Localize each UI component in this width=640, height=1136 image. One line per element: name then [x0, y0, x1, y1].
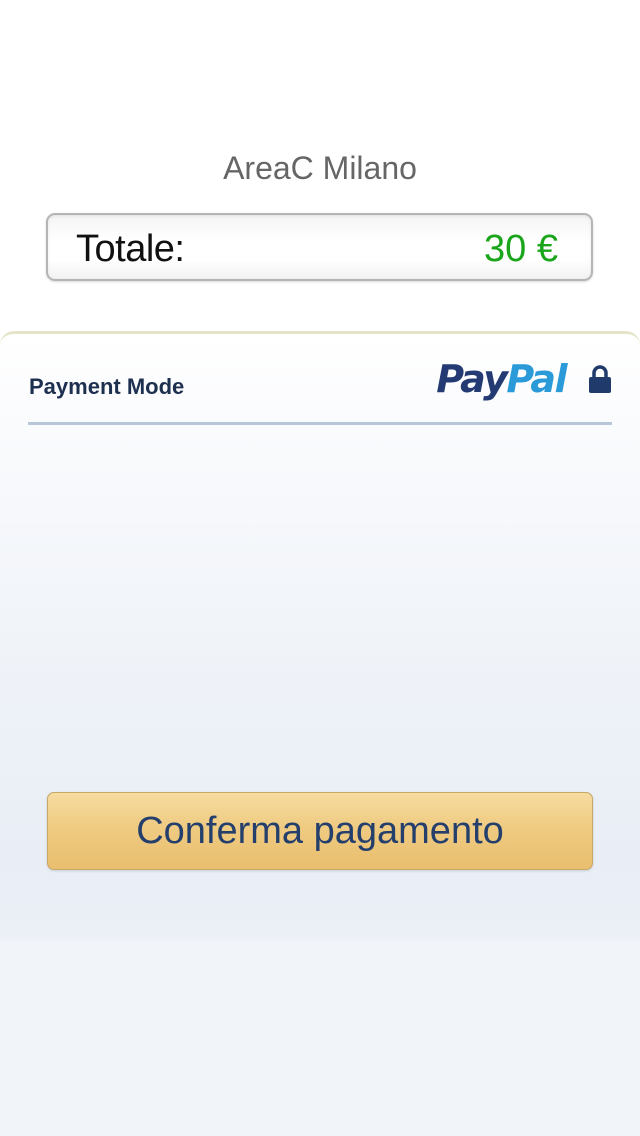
- paypal-logo-pal: Pal: [506, 357, 567, 401]
- total-box: Totale: 30 €: [46, 213, 593, 281]
- paypal-logo-pay: Pay: [436, 357, 508, 401]
- total-label: Totale:: [76, 228, 185, 270]
- merchant-name: AreaC Milano: [223, 150, 417, 186]
- confirm-payment-button[interactable]: Conferma pagamento: [47, 792, 593, 870]
- payment-mode-label: Payment Mode: [29, 374, 185, 399]
- payment-panel: Payment Mode PayPal Conferma pagamento: [0, 331, 640, 1136]
- payment-panel-header: Payment Mode PayPal: [28, 334, 612, 425]
- total-amount: 30 €: [484, 228, 558, 270]
- paypal-logo: PayPal: [436, 357, 567, 401]
- lock-icon: [588, 364, 612, 394]
- payment-screen: AreaC Milano Totale: 30 € Payment Mode P…: [0, 0, 640, 1136]
